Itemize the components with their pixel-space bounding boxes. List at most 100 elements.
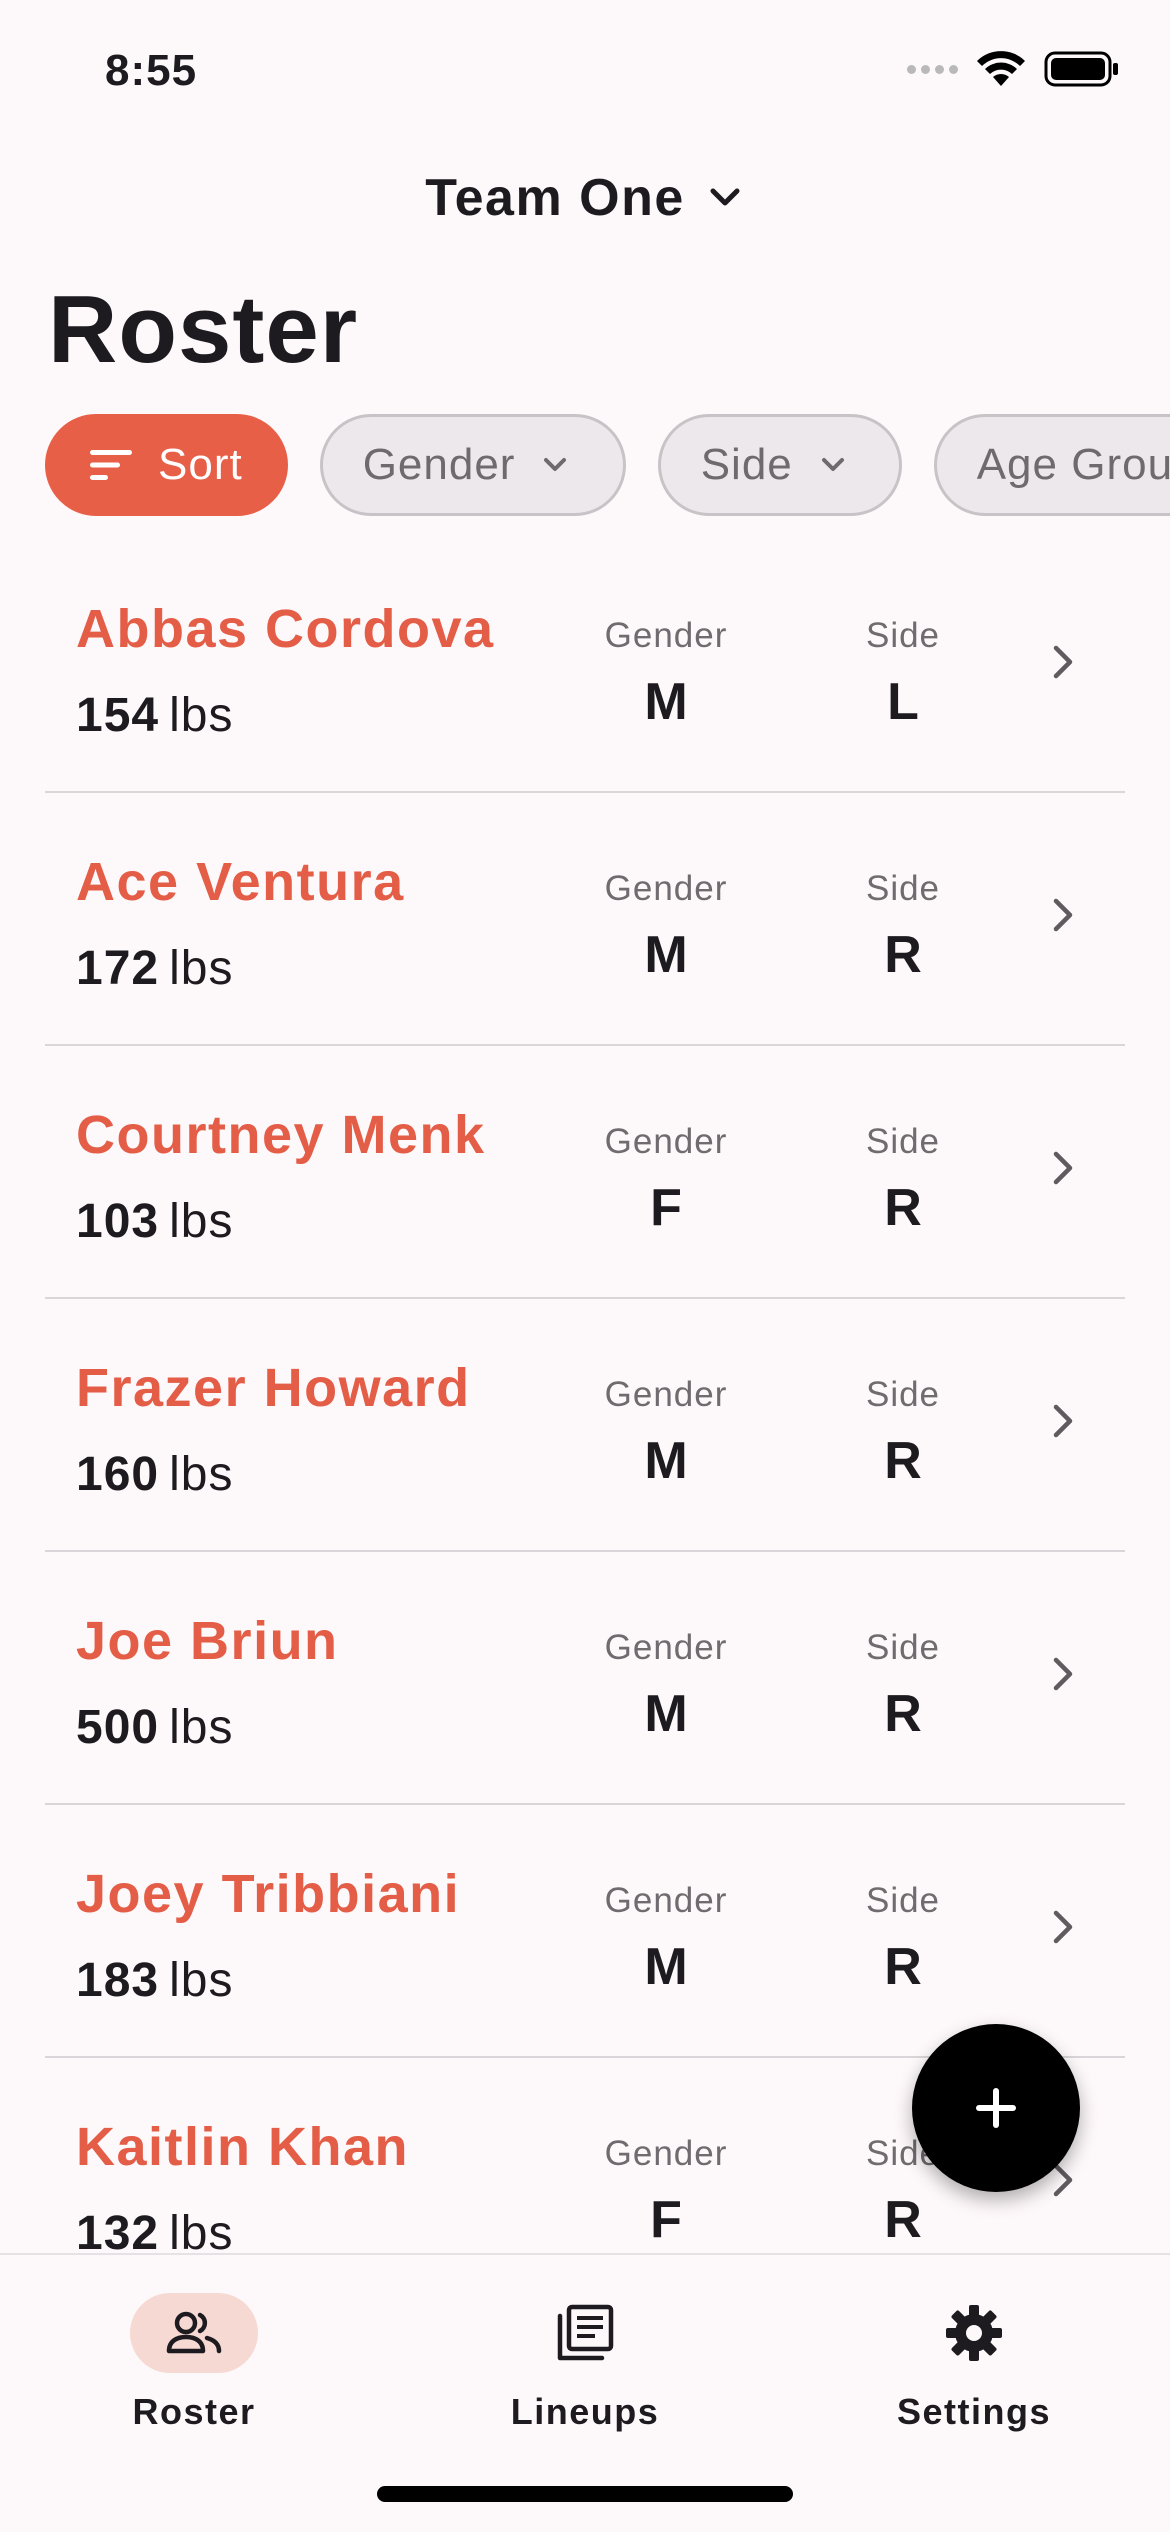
roster-row[interactable]: Joey Tribbiani 183 lbs Gender M Side R [45,1805,1125,2058]
people-icon [166,2311,222,2354]
gender-filter-chip[interactable]: Gender [319,414,626,516]
side-value: R [884,2191,922,2249]
roster-row[interactable]: Frazer Howard 160 lbs Gender M Side R [45,1299,1125,1552]
gender-column: Gender F [576,1122,756,1238]
filter-chips: Sort Gender Side Age Group [45,414,1170,516]
chevron-right-icon [1053,1151,1073,1185]
athlete-weight: 172 lbs [76,942,234,995]
age-group-filter-label: Age Group [976,440,1170,489]
sort-button[interactable]: Sort [45,414,288,516]
side-filter-label: Side [700,440,793,489]
nav-item-lineups[interactable]: Lineups [435,2293,735,2433]
cellular-signal-icon [907,64,958,74]
gender-label: Gender [604,869,728,908]
nav-label-settings: Settings [896,2391,1051,2432]
gender-column: Gender M [576,1628,756,1744]
nav-item-roster[interactable]: Roster [44,2293,344,2433]
wifi-icon [977,51,1025,86]
chevron-down-icon [710,188,740,206]
roster-row[interactable]: Joe Briun 500 lbs Gender M Side R [45,1552,1125,1805]
athlete-name: Joe Briun [76,1611,339,1671]
side-value: R [884,1685,922,1743]
nav-active-indicator [130,2293,258,2373]
chevron-right-icon [1053,645,1073,679]
gender-column: Gender M [576,616,756,732]
gender-column: Gender F [576,2134,756,2250]
roster-list: Abbas Cordova 154 lbs Gender M Side L Ace V… [45,540,1125,2253]
side-value: L [887,673,919,731]
gender-filter-label: Gender [362,440,516,489]
plus-icon [976,2088,1016,2128]
team-name: Team One [425,169,685,227]
nav-label-roster: Roster [132,2391,256,2432]
status-time: 8:55 [105,46,198,95]
gender-label: Gender [604,1881,728,1920]
nav-icon-container [910,2293,1038,2373]
chevron-right-icon [1053,1657,1073,1691]
chevron-right-icon [1053,898,1073,932]
gender-label: Gender [604,1122,728,1161]
side-column: Side R [813,1881,993,1997]
roster-row[interactable]: Abbas Cordova 154 lbs Gender M Side L [45,540,1125,793]
gender-value: M [644,1685,688,1743]
roster-row[interactable]: Courtney Menk 103 lbs Gender F Side R [45,1046,1125,1299]
athlete-weight: 132 lbs [76,2207,234,2253]
gender-column: Gender M [576,1881,756,1997]
roster-screen: 8:55 Team One Roster Sort Gender Side Ag… [0,0,1170,2532]
gender-value: M [644,926,688,984]
status-icons [907,50,1120,88]
side-column: Side L [813,616,993,732]
gender-value: F [650,1179,682,1237]
athlete-name: Courtney Menk [76,1105,486,1165]
nav-item-settings[interactable]: Settings [824,2293,1124,2433]
side-value: R [884,1432,922,1490]
gender-value: F [650,2191,682,2249]
athlete-weight: 154 lbs [76,689,234,742]
side-value: R [884,1938,922,1996]
side-label: Side [865,1881,941,1920]
team-selector[interactable]: Team One [0,168,1170,228]
sort-icon [90,450,132,480]
add-athlete-button[interactable] [912,2024,1080,2192]
side-column: Side R [813,1375,993,1491]
chevron-down-icon [544,458,567,471]
athlete-weight: 160 lbs [76,1448,234,1501]
side-label: Side [865,1122,941,1161]
chevron-right-icon [1053,1404,1073,1438]
gender-label: Gender [604,2134,728,2173]
athlete-name: Kaitlin Khan [76,2117,410,2177]
gear-icon [946,2305,1002,2361]
nav-icon-container [521,2293,649,2373]
nav-label-lineups: Lineups [510,2391,660,2432]
side-value: R [884,926,922,984]
side-column: Side R [813,869,993,985]
chevron-right-icon [1053,1910,1073,1944]
gender-column: Gender M [576,1375,756,1491]
age-group-filter-chip[interactable]: Age Group [933,414,1170,516]
gender-value: M [644,673,688,731]
athlete-weight: 500 lbs [76,1701,234,1754]
page-title: Roster [48,276,359,383]
home-indicator[interactable] [377,2486,793,2502]
athlete-weight: 183 lbs [76,1954,234,2007]
battery-icon [1044,51,1118,87]
side-label: Side [865,1628,941,1667]
sort-label: Sort [158,440,243,489]
roster-row[interactable]: Ace Ventura 172 lbs Gender M Side R [45,793,1125,1046]
gender-value: M [644,1432,688,1490]
side-filter-chip[interactable]: Side [657,414,902,516]
gender-value: M [644,1938,688,1996]
athlete-name: Abbas Cordova [76,599,495,659]
gender-label: Gender [604,1628,728,1667]
side-label: Side [865,869,941,908]
gender-column: Gender M [576,869,756,985]
athlete-name: Frazer Howard [76,1358,471,1418]
athlete-name: Joey Tribbiani [76,1864,461,1924]
athlete-name: Ace Ventura [76,852,405,912]
side-column: Side R [813,1628,993,1744]
document-list-icon [557,2304,614,2361]
side-value: R [884,1179,922,1237]
gender-label: Gender [604,1375,728,1414]
side-column: Side R [813,1122,993,1238]
athlete-weight: 103 lbs [76,1195,234,1248]
